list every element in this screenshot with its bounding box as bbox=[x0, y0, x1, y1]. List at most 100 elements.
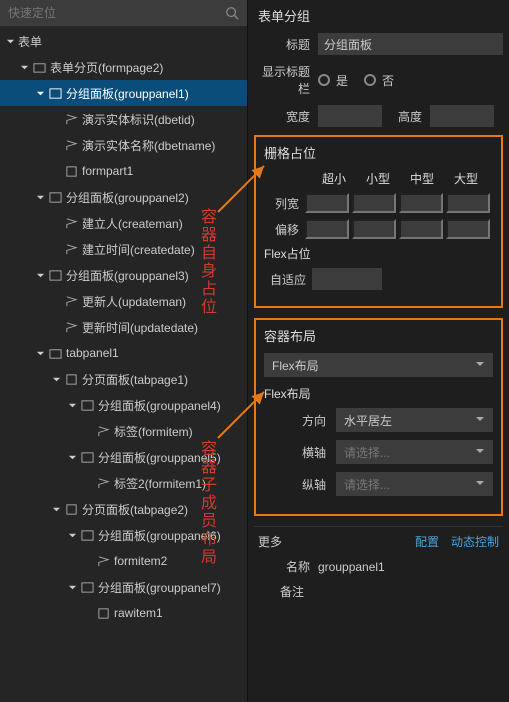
auto-input[interactable] bbox=[312, 268, 382, 290]
dir-value: 水平居左 bbox=[344, 412, 392, 429]
caret-down-icon bbox=[4, 35, 16, 47]
flex-occupy-title: Flex占位 bbox=[264, 245, 493, 262]
link-config[interactable]: 配置 bbox=[415, 533, 439, 550]
tree-label: 更新人(updateman) bbox=[82, 293, 186, 310]
radio-no[interactable] bbox=[364, 74, 376, 86]
tree-createman[interactable]: 建立人(createman) bbox=[0, 210, 247, 236]
caret-down-icon bbox=[34, 347, 46, 359]
field-icon bbox=[64, 242, 78, 256]
hax-label: 横轴 bbox=[264, 444, 336, 461]
tree-grouppanel4[interactable]: 分组面板(grouppanel4) bbox=[0, 392, 247, 418]
title-label: 标题 bbox=[254, 36, 318, 53]
tree-label: 标签(formitem) bbox=[114, 423, 193, 440]
row-name: 名称 grouppanel1 bbox=[254, 558, 503, 575]
caret-none bbox=[82, 607, 94, 619]
dir-select[interactable]: 水平居左 bbox=[336, 408, 493, 432]
tree-label: 分组面板(grouppanel4) bbox=[98, 397, 221, 414]
field-icon bbox=[96, 554, 110, 568]
title-input[interactable] bbox=[318, 33, 503, 55]
tree-grouppanel1[interactable]: 分组面板(grouppanel1) bbox=[0, 80, 247, 106]
tree-label: formpart1 bbox=[82, 164, 133, 178]
caret-down-icon bbox=[50, 503, 62, 515]
height-label: 高度 bbox=[382, 108, 430, 125]
tree-grouppanel3[interactable]: 分组面板(grouppanel3) bbox=[0, 262, 247, 288]
tree-formitem2[interactable]: formitem2 bbox=[0, 548, 247, 574]
caret-down-icon bbox=[66, 529, 78, 541]
tree: 表单 表单分页(formpage2) 分组面板(grouppanel1) 演示实… bbox=[0, 26, 247, 702]
tree-label: 分组面板(grouppanel6) bbox=[98, 527, 221, 544]
dir-label: 方向 bbox=[264, 412, 336, 429]
colwidth-lg[interactable] bbox=[446, 193, 490, 213]
offset-sm[interactable] bbox=[352, 219, 396, 239]
tree-formitem[interactable]: 标签(formitem) bbox=[0, 418, 247, 444]
caret-down-icon bbox=[34, 269, 46, 281]
offset-lg[interactable] bbox=[446, 219, 490, 239]
vax-label: 纵轴 bbox=[264, 476, 336, 493]
caret-none bbox=[82, 477, 94, 489]
tree-rawitem1[interactable]: rawitem1 bbox=[0, 600, 247, 626]
row-size: 宽度 高度 bbox=[254, 105, 503, 127]
show-title-label: 显示标题栏 bbox=[254, 63, 318, 97]
caret-down-icon bbox=[50, 373, 62, 385]
tree-updatedate[interactable]: 更新时间(updatedate) bbox=[0, 314, 247, 340]
col-sm: 小型 bbox=[356, 170, 400, 187]
radio-yes-label: 是 bbox=[336, 72, 348, 89]
tree-formitem1[interactable]: 标签2(formitem1) bbox=[0, 470, 247, 496]
tree-tabpanel1[interactable]: tabpanel1 bbox=[0, 340, 247, 366]
tree-grouppanel6[interactable]: 分组面板(grouppanel6) bbox=[0, 522, 247, 548]
height-input[interactable] bbox=[430, 105, 494, 127]
chevron-down-icon bbox=[475, 445, 485, 459]
grid-occupy-box: 栅格占位 超小 小型 中型 大型 列宽 偏移 Flex占位 自适应 bbox=[254, 135, 503, 308]
tree-grouppanel2[interactable]: 分组面板(grouppanel2) bbox=[0, 184, 247, 210]
tree-label: 分页面板(tabpage2) bbox=[82, 501, 188, 518]
tree-tabpage2[interactable]: 分页面板(tabpage2) bbox=[0, 496, 247, 522]
caret-none bbox=[50, 295, 62, 307]
caret-down-icon bbox=[66, 399, 78, 411]
tree-panel: 表单 表单分页(formpage2) 分组面板(grouppanel1) 演示实… bbox=[0, 0, 248, 702]
link-dynamic[interactable]: 动态控制 bbox=[451, 533, 499, 550]
offset-xs[interactable] bbox=[305, 219, 349, 239]
remark-label: 备注 bbox=[280, 583, 304, 600]
caret-none bbox=[50, 243, 62, 255]
tab-icon bbox=[48, 346, 62, 360]
width-input[interactable] bbox=[318, 105, 382, 127]
panel-title: 表单分组 bbox=[254, 0, 503, 33]
panel-icon bbox=[48, 268, 62, 282]
page-icon bbox=[64, 372, 78, 386]
tree-dbetid[interactable]: 演示实体标识(dbetid) bbox=[0, 106, 247, 132]
layout-type-select[interactable]: Flex布局 bbox=[264, 353, 493, 377]
panel-icon bbox=[80, 398, 94, 412]
field-icon bbox=[64, 138, 78, 152]
tree-label: 分组面板(grouppanel5) bbox=[98, 449, 221, 466]
hax-select[interactable]: 请选择... bbox=[336, 440, 493, 464]
panel-icon bbox=[48, 190, 62, 204]
search-icon[interactable] bbox=[225, 6, 239, 20]
colwidth-sm[interactable] bbox=[352, 193, 396, 213]
tree-createdate[interactable]: 建立时间(createdate) bbox=[0, 236, 247, 262]
grid-col-headers: 超小 小型 中型 大型 bbox=[264, 170, 493, 187]
row-col-width: 列宽 bbox=[264, 193, 493, 213]
vax-select[interactable]: 请选择... bbox=[336, 472, 493, 496]
name-label: 名称 bbox=[254, 558, 318, 575]
caret-none bbox=[50, 113, 62, 125]
radio-group: 是 否 bbox=[318, 72, 394, 89]
panel-icon bbox=[80, 528, 94, 542]
tree-tabpage1[interactable]: 分页面板(tabpage1) bbox=[0, 366, 247, 392]
tree-formpart1[interactable]: formpart1 bbox=[0, 158, 247, 184]
colwidth-md[interactable] bbox=[399, 193, 443, 213]
caret-none bbox=[50, 139, 62, 151]
search-input[interactable] bbox=[8, 6, 225, 20]
tree-grouppanel7[interactable]: 分组面板(grouppanel7) bbox=[0, 574, 247, 600]
tree-root[interactable]: 表单 bbox=[0, 28, 247, 54]
radio-yes[interactable] bbox=[318, 74, 330, 86]
container-layout-box: 容器布局 Flex布局 Flex布局 方向 水平居左 横轴 请选择... 纵轴 … bbox=[254, 318, 503, 516]
offset-label: 偏移 bbox=[264, 221, 305, 238]
tree-grouppanel5[interactable]: 分组面板(grouppanel5) bbox=[0, 444, 247, 470]
tree-formpage2[interactable]: 表单分页(formpage2) bbox=[0, 54, 247, 80]
colwidth-xs[interactable] bbox=[305, 193, 349, 213]
tree-updateman[interactable]: 更新人(updateman) bbox=[0, 288, 247, 314]
tree-dbetname[interactable]: 演示实体名称(dbetname) bbox=[0, 132, 247, 158]
field-icon bbox=[64, 294, 78, 308]
col-width-label: 列宽 bbox=[264, 195, 305, 212]
offset-md[interactable] bbox=[399, 219, 443, 239]
